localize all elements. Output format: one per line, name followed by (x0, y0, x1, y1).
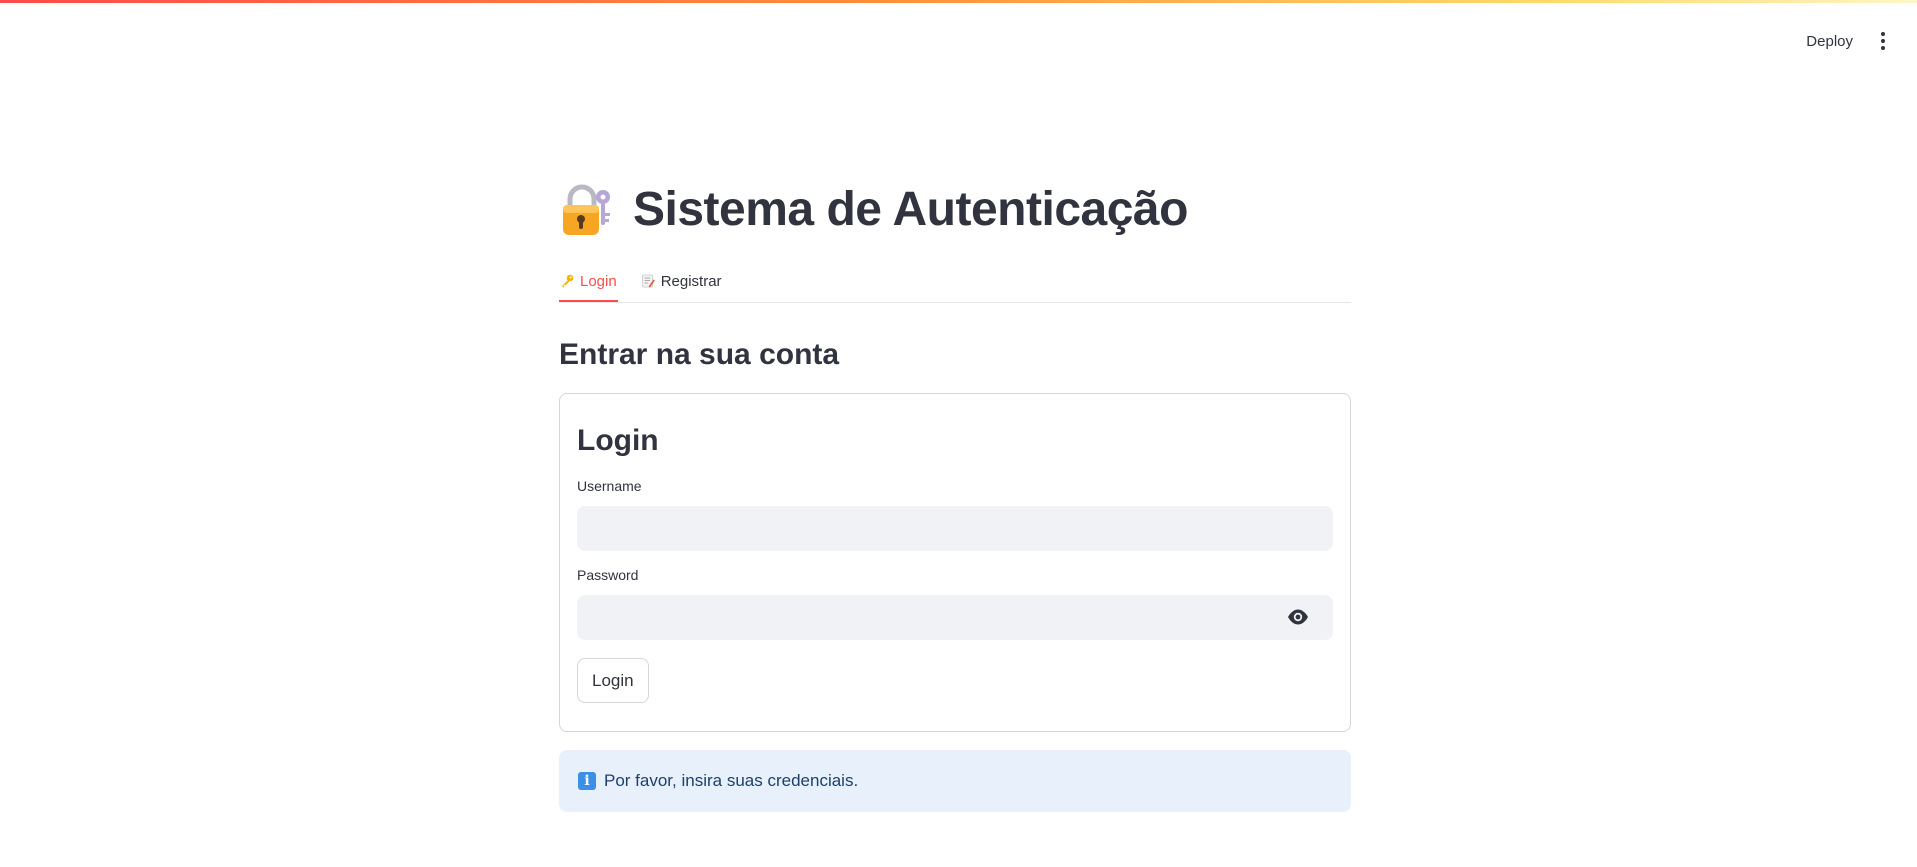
deploy-button[interactable]: Deploy (1806, 33, 1853, 50)
tab-registrar-label: Registrar (660, 272, 722, 290)
tab-bar: Login Registrar (559, 262, 1351, 303)
locked-with-key-icon (563, 184, 610, 235)
info-alert: i Por favor, insira suas credenciais. (559, 750, 1351, 812)
vertical-ellipsis-icon[interactable] (1877, 30, 1889, 52)
login-submit-button[interactable]: Login (577, 658, 649, 703)
app-toolbar: Deploy (1806, 30, 1889, 52)
key-icon (562, 274, 574, 288)
password-label: Password (577, 567, 639, 583)
information-icon: i (578, 772, 596, 790)
page-title: Sistema de Autenticação (633, 182, 1188, 236)
password-field (577, 595, 1333, 640)
eye-icon[interactable] (1287, 608, 1309, 626)
top-decoration-bar (0, 0, 1917, 3)
tab-login-label: Login (580, 272, 617, 290)
title-row: Sistema de Autenticação (559, 176, 1351, 242)
login-form: Login Username Password Login (559, 393, 1351, 732)
password-input[interactable] (577, 595, 1333, 640)
section-heading: Entrar na sua conta (559, 338, 840, 371)
main-content: Sistema de Autenticação Login Registrar … (559, 176, 1351, 812)
username-label: Username (577, 478, 642, 494)
username-input[interactable] (577, 506, 1333, 551)
memo-icon (641, 274, 655, 288)
tab-registrar[interactable]: Registrar (640, 262, 723, 300)
info-message: Por favor, insira suas credenciais. (604, 771, 859, 790)
tab-login[interactable]: Login (559, 262, 618, 302)
form-title: Login (577, 424, 659, 457)
